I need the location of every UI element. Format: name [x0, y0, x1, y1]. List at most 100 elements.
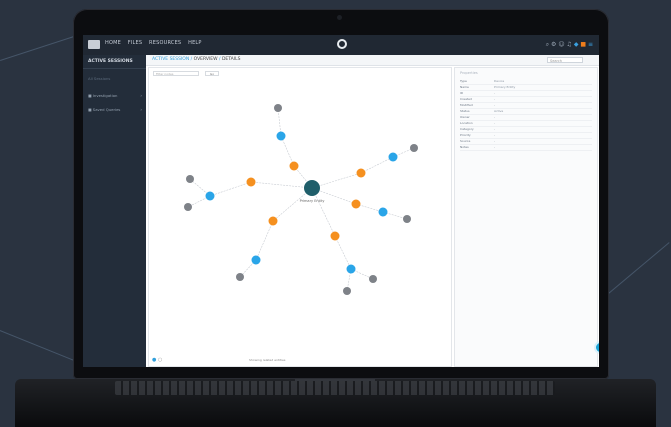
app-screen: HOME FILES RESOURCES HELP ⌕ ⚙ ☺ ♫ ◆ ■ ≡ … [83, 35, 599, 367]
sidebar-item-label: Investigation [92, 93, 118, 98]
property-key: Owner [460, 115, 470, 119]
property-value: - [494, 91, 496, 95]
graph-node-gray[interactable] [369, 275, 377, 283]
chevron-right-icon[interactable]: › [140, 107, 142, 112]
graph-node-gray[interactable] [410, 144, 418, 152]
menu-item-help[interactable]: HELP [188, 40, 202, 46]
alert-icon[interactable]: ■ [580, 41, 586, 48]
laptop-base [15, 379, 656, 427]
background-line [0, 330, 84, 365]
graph-node-blue[interactable] [205, 191, 215, 201]
property-key: Priority [460, 133, 471, 137]
property-value: - [494, 139, 496, 143]
property-row: Notes - [460, 145, 592, 151]
graph-filter-input[interactable]: Filter nodes [153, 71, 199, 76]
main-menu: HOME FILES RESOURCES HELP [105, 40, 207, 46]
property-value: - [494, 103, 496, 107]
graph-edge [250, 181, 313, 189]
property-key: Type [460, 79, 467, 83]
property-value: Primary Entity [494, 85, 516, 89]
sidebar-title: ACTIVE SESSIONS [88, 59, 133, 64]
graph-node-gray[interactable] [343, 287, 351, 295]
property-key: Notes [460, 145, 469, 149]
graph-status: Showing related entities [249, 358, 286, 362]
sidebar-item-label: Saved Queries [92, 107, 121, 112]
property-key: Created [460, 97, 472, 101]
sidebar-item-investigation[interactable]: ■ Investigation [88, 93, 117, 98]
center-node-label: Primary Entity [300, 199, 325, 203]
main-area: ACTIVE SESSION / OVERVIEW / DETAILS Sear… [146, 55, 599, 367]
graph-node-blue[interactable] [378, 207, 388, 217]
app-logo-icon [337, 39, 347, 49]
property-value: - [494, 97, 496, 101]
graph-node-orange[interactable] [351, 199, 361, 209]
breadcrumb-current: DETAILS [221, 57, 241, 62]
top-bar: HOME FILES RESOURCES HELP ⌕ ⚙ ☺ ♫ ◆ ■ ≡ [83, 35, 599, 55]
graph-node-blue[interactable] [388, 152, 398, 162]
graph-go-button[interactable]: Go [205, 71, 219, 76]
graph-node-gray[interactable] [274, 104, 282, 112]
graph-node-center[interactable] [304, 180, 320, 196]
property-key: Source [460, 139, 471, 143]
keyboard [115, 381, 555, 395]
sidebar-divider [83, 68, 146, 69]
menu-item-home[interactable]: HOME [105, 40, 121, 46]
user-icon[interactable]: ☺ [558, 41, 564, 48]
property-key: Status [460, 109, 470, 113]
property-value: Device [494, 79, 505, 83]
brand-logo[interactable] [88, 40, 100, 49]
notifications-icon[interactable]: ♫ [567, 41, 572, 48]
menu-icon[interactable]: ≡ [588, 41, 593, 48]
bookmark-icon[interactable]: ◆ [574, 41, 579, 48]
property-value: - [494, 115, 496, 119]
property-key: Modified [460, 103, 473, 107]
graph-edge [255, 220, 274, 261]
details-heading: Properties [460, 71, 478, 75]
sidebar-item-all[interactable]: All Sessions [88, 76, 110, 81]
breadcrumb-middle[interactable]: OVERVIEW [194, 57, 218, 62]
graph-node-orange[interactable] [289, 161, 299, 171]
property-key: Location [460, 121, 473, 125]
settings-icon[interactable]: ⚙ [551, 41, 556, 48]
property-key: Category [460, 127, 474, 131]
graph-edge [280, 135, 295, 167]
search-input[interactable]: Search [547, 57, 583, 63]
breadcrumb-bar: ACTIVE SESSION / OVERVIEW / DETAILS Sear… [146, 55, 599, 66]
relationship-graph[interactable]: Primary Entity [149, 68, 451, 366]
graph-tools: ● ○ [152, 357, 162, 363]
breadcrumb-root[interactable]: ACTIVE SESSION [152, 57, 189, 62]
graph-node-blue[interactable] [251, 255, 261, 265]
chevron-right-icon[interactable]: › [140, 93, 142, 98]
laptop-lid: HOME FILES RESOURCES HELP ⌕ ⚙ ☺ ♫ ◆ ■ ≡ … [73, 9, 609, 379]
property-value: - [494, 127, 496, 131]
menu-item-files[interactable]: FILES [128, 40, 142, 46]
breadcrumb: ACTIVE SESSION / OVERVIEW / DETAILS [152, 57, 241, 62]
property-key: ID [460, 91, 464, 95]
graph-node-orange[interactable] [268, 216, 278, 226]
graph-edge [360, 156, 394, 174]
graph-edge [334, 235, 352, 270]
property-value: Active [494, 109, 504, 113]
graph-node-gray[interactable] [184, 203, 192, 211]
search-icon[interactable]: ⌕ [546, 41, 549, 48]
property-value: - [494, 133, 496, 137]
property-key: Name [460, 85, 469, 89]
details-panel: Properties Type Device Name Primary Entity I… [454, 67, 598, 367]
graph-node-orange[interactable] [356, 168, 366, 178]
zoom-in-icon[interactable]: ● [152, 357, 156, 363]
graph-node-gray[interactable] [403, 215, 411, 223]
graph-node-blue[interactable] [346, 264, 356, 274]
zoom-out-icon[interactable]: ○ [158, 357, 162, 363]
property-value: - [494, 145, 496, 149]
graph-node-gray[interactable] [236, 273, 244, 281]
background-line [600, 242, 670, 301]
graph-edge [209, 181, 252, 197]
menu-item-resources[interactable]: RESOURCES [149, 40, 181, 46]
graph-node-blue[interactable] [276, 131, 286, 141]
property-value: - [494, 121, 496, 125]
graph-node-gray[interactable] [186, 175, 194, 183]
sidebar-item-saved[interactable]: ■ Saved Queries [88, 107, 120, 112]
graph-node-orange[interactable] [330, 231, 340, 241]
graph-node-orange[interactable] [246, 177, 256, 187]
camera [337, 15, 342, 20]
